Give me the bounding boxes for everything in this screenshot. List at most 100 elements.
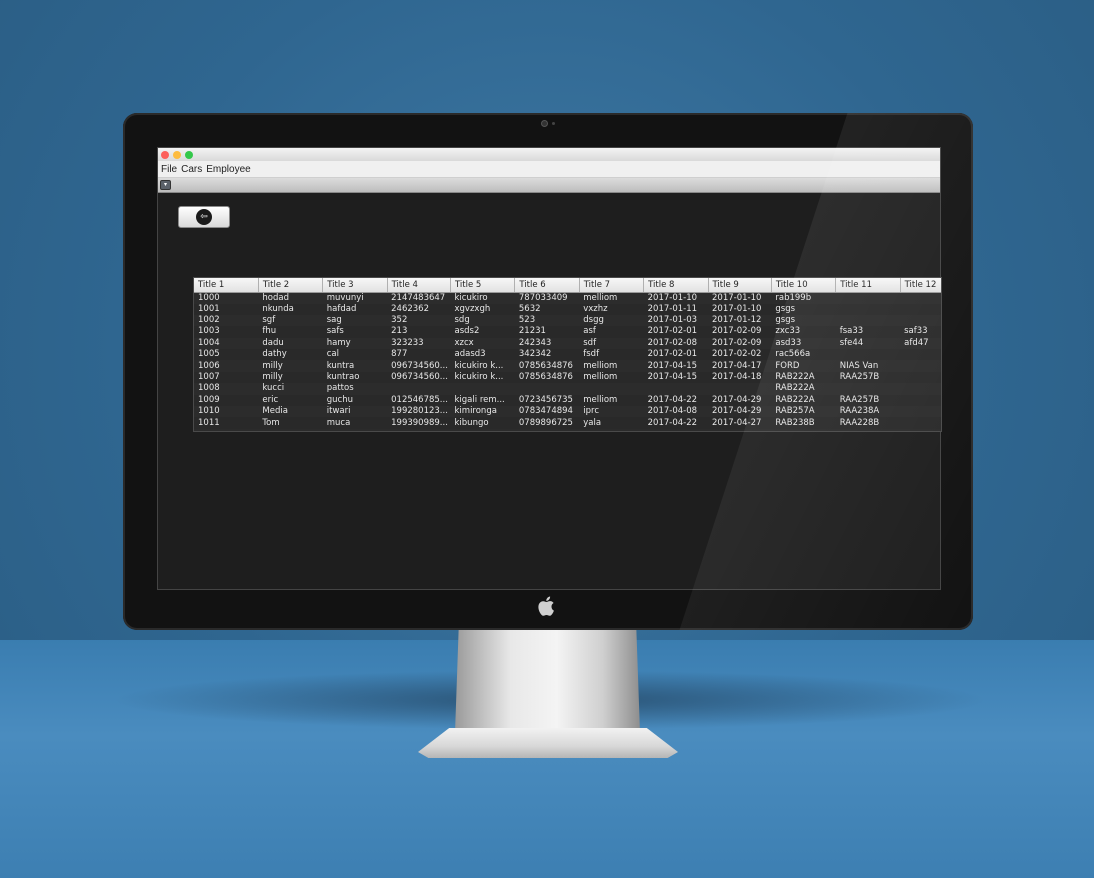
table-cell[interactable]: 2017-04-27 — [708, 417, 771, 428]
column-header[interactable]: Title 11 — [835, 278, 901, 293]
table-row[interactable]: 1002 sgf sag 352 sdg 523 dsgg 2017-01-03 2017-01… — [194, 314, 941, 327]
table-cell[interactable]: 0789896725 — [515, 417, 579, 428]
table-cell[interactable]: 1004 — [194, 338, 258, 349]
table-cell[interactable]: 1007 — [194, 372, 258, 383]
menu-employee[interactable]: Employee — [206, 164, 250, 175]
table-cell[interactable]: 2017-02-08 — [644, 338, 708, 349]
table-cell[interactable]: dathy — [258, 349, 322, 360]
table-cell[interactable]: gsgs — [771, 304, 835, 315]
table-cell[interactable] — [900, 292, 941, 304]
table-cell[interactable]: melliom — [579, 292, 643, 304]
table-cell[interactable]: 096734560... — [387, 360, 450, 371]
table-cell[interactable]: 2017-02-01 — [644, 326, 708, 337]
table-cell[interactable]: dsgg — [579, 315, 643, 326]
table-cell[interactable]: melliom — [579, 395, 643, 406]
table-cell[interactable]: Tom — [258, 417, 322, 428]
table-cell[interactable]: kicukiro k... — [451, 360, 515, 371]
menu-file[interactable]: File — [161, 164, 177, 175]
table-cell[interactable] — [900, 395, 941, 406]
maximize-window-button[interactable] — [185, 150, 193, 159]
table-cell[interactable]: 2017-01-11 — [644, 304, 708, 315]
table-cell[interactable]: cal — [323, 349, 387, 360]
table-cell[interactable]: melliom — [579, 360, 643, 371]
table-cell[interactable]: 242343 — [515, 338, 579, 349]
table-cell[interactable]: 2017-01-10 — [644, 292, 708, 304]
table-cell[interactable]: 213 — [387, 326, 450, 337]
table-cell[interactable] — [515, 383, 579, 394]
column-header[interactable]: Title 9 — [708, 278, 772, 293]
table-cell[interactable] — [900, 349, 941, 360]
table-cell[interactable]: 21231 — [515, 326, 579, 337]
table-cell[interactable] — [900, 360, 941, 371]
table-cell[interactable]: RAA228B — [836, 417, 900, 428]
table-cell[interactable]: dadu — [258, 338, 322, 349]
table-row[interactable]: 1004 dadu hamy 323233 xzcx 242343 sdf 2017-02-0… — [194, 337, 941, 350]
table-cell[interactable]: 1006 — [194, 360, 258, 371]
table-cell[interactable]: sag — [323, 315, 387, 326]
table-cell[interactable]: adasd3 — [451, 349, 515, 360]
table-cell[interactable]: pattos — [323, 383, 387, 394]
table-row[interactable]: 1010 Media itwari 199280123... kimironga 0783… — [194, 406, 941, 418]
dropdown-toggle-button[interactable]: ▾ — [160, 180, 171, 190]
table-cell[interactable]: 2017-04-18 — [708, 372, 771, 383]
table-cell[interactable]: 2017-04-29 — [708, 395, 771, 406]
column-header[interactable]: Title 8 — [643, 278, 709, 293]
table-cell[interactable]: 1010 — [194, 406, 258, 417]
table-cell[interactable]: 2017-01-03 — [644, 315, 708, 326]
table-cell[interactable]: sdg — [451, 315, 515, 326]
table-cell[interactable] — [836, 315, 900, 326]
table-cell[interactable]: 1003 — [194, 326, 258, 337]
table-cell[interactable]: RAB222A — [771, 395, 835, 406]
table-cell[interactable] — [708, 383, 771, 394]
table-cell[interactable]: sgf — [258, 315, 322, 326]
table-cell[interactable]: nkunda — [258, 304, 322, 315]
table-cell[interactable]: yala — [579, 417, 643, 428]
table-cell[interactable]: 0783474894 — [515, 406, 579, 417]
table-cell[interactable]: vxzhz — [579, 304, 643, 315]
table-cell[interactable]: NIAS Van — [836, 360, 900, 371]
table-cell[interactable] — [387, 383, 450, 394]
table-row[interactable]: 1009 eric guchu 012546785... kigali rem... 07… — [194, 394, 941, 407]
table-cell[interactable]: itwari — [323, 406, 387, 417]
table-cell[interactable] — [579, 383, 643, 394]
table-cell[interactable]: sfe44 — [836, 338, 900, 349]
table-cell[interactable] — [836, 383, 900, 394]
table-cell[interactable]: iprc — [579, 406, 643, 417]
table-cell[interactable]: sdf — [579, 338, 643, 349]
table-cell[interactable]: gsgs — [771, 315, 835, 326]
table-cell[interactable]: 342342 — [515, 349, 579, 360]
table-cell[interactable]: 2017-01-10 — [708, 292, 771, 304]
table-cell[interactable]: 1005 — [194, 349, 258, 360]
table-cell[interactable] — [900, 383, 941, 394]
table-cell[interactable]: muca — [323, 417, 387, 428]
table-cell[interactable]: 2017-04-15 — [644, 360, 708, 371]
table-cell[interactable]: 323233 — [387, 338, 450, 349]
table-cell[interactable] — [900, 372, 941, 383]
table-cell[interactable]: asd33 — [771, 338, 835, 349]
table-cell[interactable]: RAB222A — [771, 383, 835, 394]
table-cell[interactable]: 1001 — [194, 304, 258, 315]
table-cell[interactable]: asds2 — [451, 326, 515, 337]
table-cell[interactable] — [900, 304, 941, 315]
table-cell[interactable]: kuntrao — [323, 372, 387, 383]
table-cell[interactable]: FORD — [771, 360, 835, 371]
table-cell[interactable]: 2017-04-22 — [644, 395, 708, 406]
table-cell[interactable]: safs — [323, 326, 387, 337]
table-cell[interactable]: 1009 — [194, 395, 258, 406]
table-cell[interactable] — [836, 292, 900, 304]
close-window-button[interactable] — [161, 150, 169, 159]
table-cell[interactable]: afd47 — [900, 338, 941, 349]
table-cell[interactable]: 2017-02-09 — [708, 326, 771, 337]
table-cell[interactable]: RAA257B — [836, 395, 900, 406]
table-cell[interactable] — [836, 304, 900, 315]
table-cell[interactable] — [836, 349, 900, 360]
table-cell[interactable]: saf33 — [900, 326, 941, 337]
table-cell[interactable]: fhu — [258, 326, 322, 337]
table-cell[interactable]: 199280123... — [387, 406, 450, 417]
table-cell[interactable]: 352 — [387, 315, 450, 326]
table-cell[interactable]: milly — [258, 360, 322, 371]
column-header[interactable]: Title 1 — [194, 278, 259, 293]
table-cell[interactable]: 5632 — [515, 304, 579, 315]
table-cell[interactable]: asf — [579, 326, 643, 337]
table-cell[interactable]: guchu — [323, 395, 387, 406]
